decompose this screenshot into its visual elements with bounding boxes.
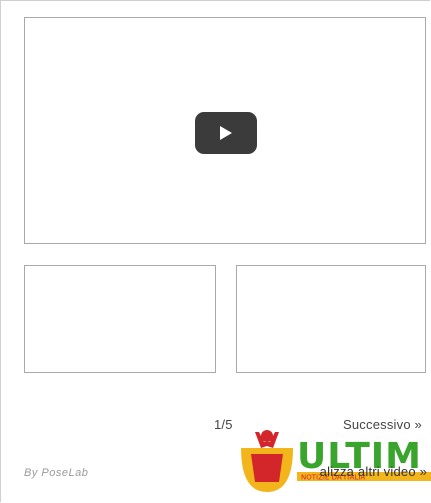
video-thumbnail[interactable] <box>236 265 426 373</box>
widget-frame: 1/5 Successivo » By PoseLab ULTIM NOTIZI… <box>0 0 431 502</box>
ultimi-logo: ULTIM NOTIZIE DA ITALIA <box>241 430 431 492</box>
video-thumbnail[interactable] <box>24 265 216 373</box>
main-video-player[interactable] <box>24 17 426 244</box>
next-link[interactable]: Successivo » <box>343 417 422 432</box>
play-button[interactable] <box>195 112 257 154</box>
page-counter: 1/5 <box>214 417 233 432</box>
play-icon <box>220 126 232 140</box>
more-videos-link[interactable]: alizza altri video » <box>320 464 427 479</box>
credit-text: By PoseLab <box>24 467 89 479</box>
